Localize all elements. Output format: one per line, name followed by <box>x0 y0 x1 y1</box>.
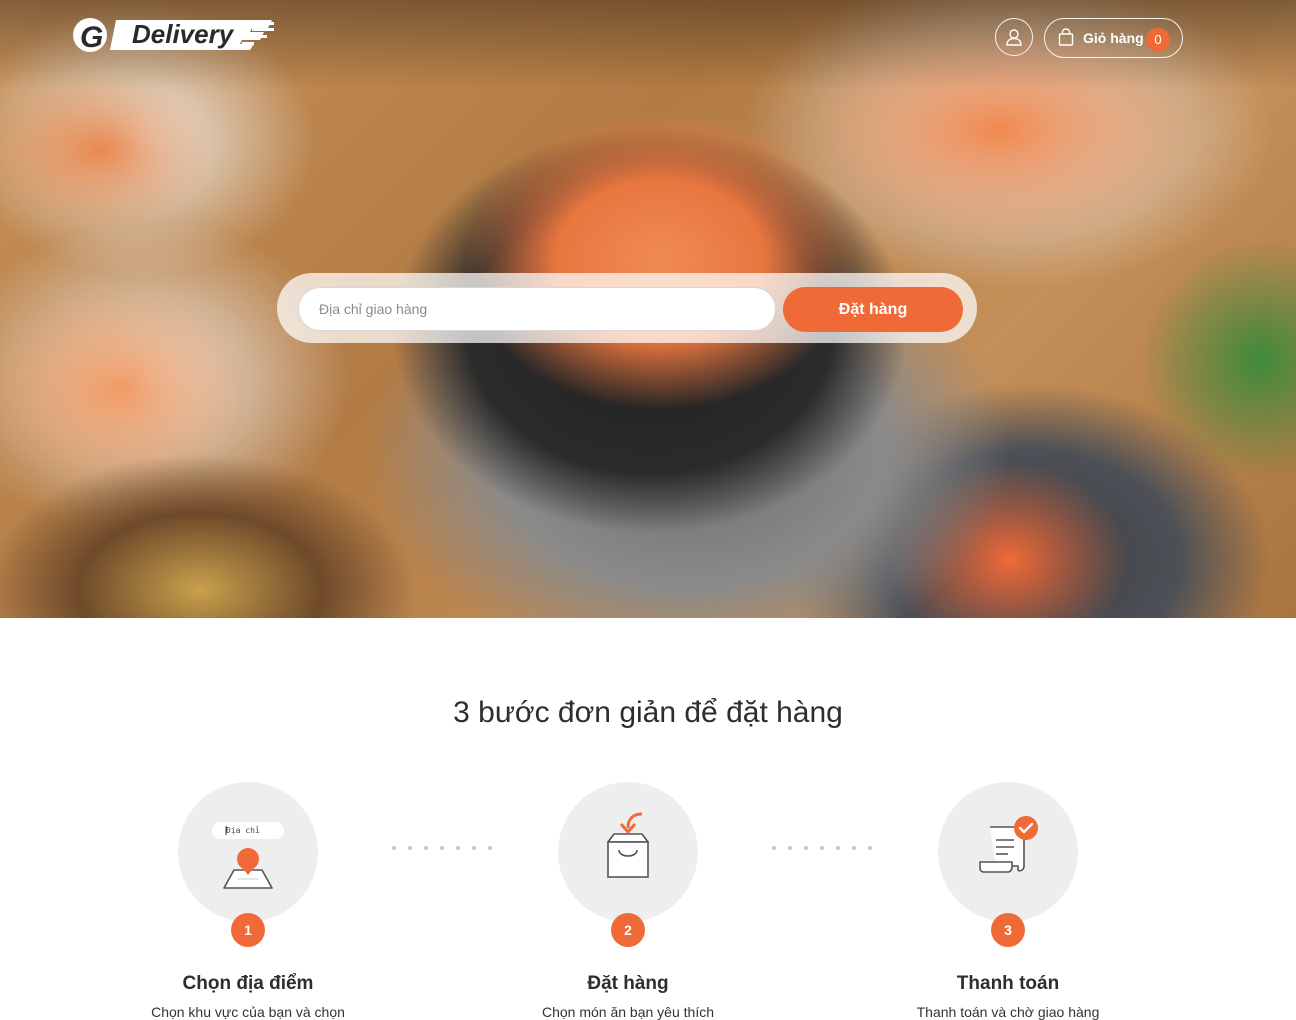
step-connector-dots <box>772 846 872 852</box>
step-title: Chọn địa điểm <box>182 973 314 994</box>
step-3: 3 Thanh toán Thanh toán và chờ giao hàng <box>888 782 1128 1020</box>
map-pin-icon <box>212 822 284 889</box>
logo[interactable]: G Delivery <box>72 16 277 56</box>
shopping-bag-icon <box>1058 28 1074 46</box>
step-number-badge: 3 <box>991 913 1025 947</box>
delivery-search-bar: Đặt hàng <box>277 273 977 343</box>
step-icon-circle: 3 <box>938 782 1078 947</box>
account-button[interactable] <box>995 18 1033 56</box>
cart-label: Giỏ hàng <box>1083 30 1144 46</box>
user-icon <box>1006 29 1022 46</box>
delivery-address-input[interactable] <box>298 287 776 331</box>
receipt-check-icon <box>979 816 1038 873</box>
step-description: Thanh toán và chờ giao hàng <box>916 1004 1100 1020</box>
address-label: Địa chỉ <box>226 826 260 835</box>
svg-text:G: G <box>80 21 103 54</box>
step-icon-circle: Địa chỉ 1 <box>178 782 318 947</box>
steps-section-title: 3 bước đơn giản để đặt hàng <box>453 696 843 729</box>
shopping-bag-icon <box>607 812 649 878</box>
step-description: Chọn khu vực của bạn và chọn <box>151 1004 345 1020</box>
step-title: Thanh toán <box>956 973 1060 994</box>
step-description: Chọn món ăn bạn yêu thích <box>541 1004 714 1020</box>
step-number-badge: 1 <box>231 913 265 947</box>
cart-button[interactable]: Giỏ hàng 0 <box>1044 18 1183 58</box>
step-connector-dots <box>392 846 492 852</box>
step-number-badge: 2 <box>611 913 645 947</box>
cart-count-badge: 0 <box>1146 28 1170 52</box>
hero-banner: G Delivery Giỏ hàng 0 Đặt hàng <box>0 0 1296 618</box>
step-1: Địa chỉ 1 Chọn địa điểm Chọn khu vực của… <box>128 782 368 1020</box>
step-title: Đặt hàng <box>587 973 669 994</box>
step-icon-circle: 2 <box>558 782 698 947</box>
order-button[interactable]: Đặt hàng <box>783 287 963 332</box>
logo-text: Delivery <box>132 19 234 49</box>
step-2: 2 Đặt hàng Chọn món ăn bạn yêu thích <box>508 782 748 1020</box>
